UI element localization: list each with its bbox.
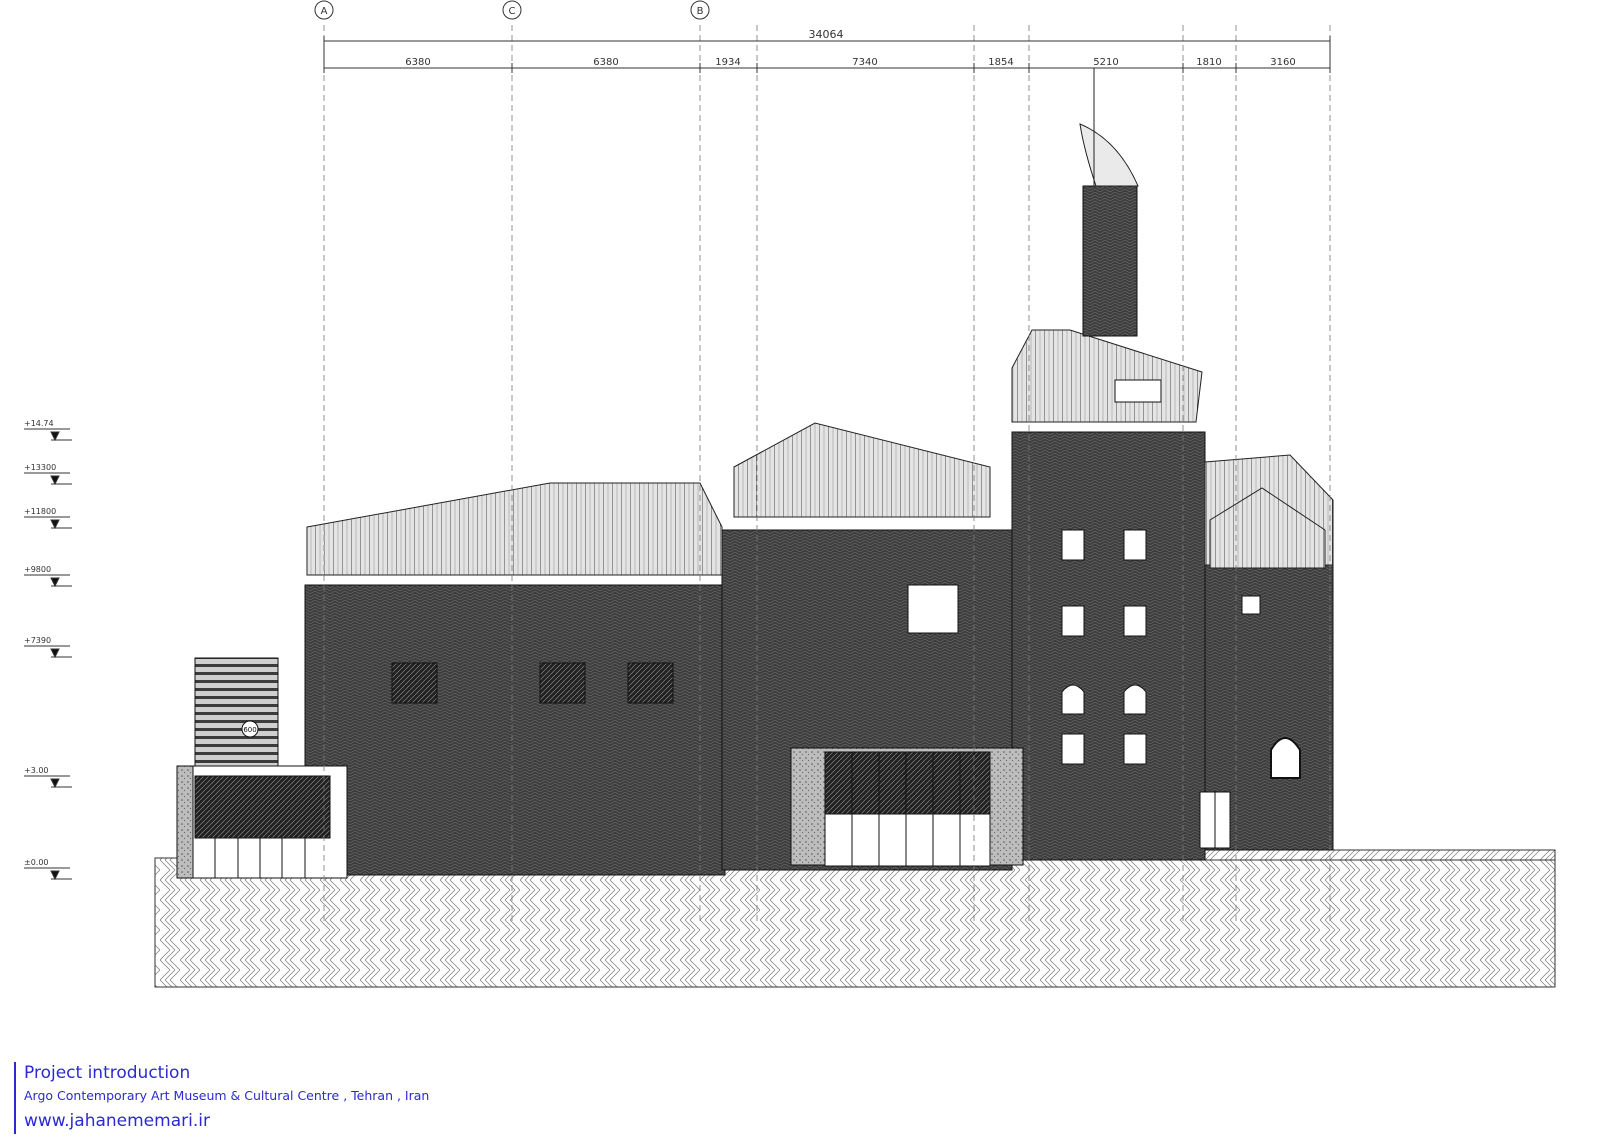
- central-entrance-grill: [824, 751, 991, 815]
- dimension-4: 7340: [852, 57, 877, 68]
- caption-block: Project introduction Argo Contemporary A…: [14, 1062, 584, 1134]
- sign-number: 600: [243, 726, 256, 734]
- roof-middle: [733, 422, 991, 518]
- chimney: [1082, 185, 1138, 337]
- level-label-2: +13300: [24, 463, 56, 472]
- elevation-drawing: 600 A C B 34064 6380 6380 1934 7340 1854…: [24, 0, 1556, 988]
- dimension-5: 1854: [988, 57, 1013, 68]
- level-label-6: +3.00: [24, 766, 49, 775]
- axis-label-c: C: [509, 6, 516, 17]
- segment-dimensions: 6380 6380 1934 7340 1854 5210 1810 3160: [405, 57, 1295, 68]
- caption-title: Project introduction: [24, 1063, 191, 1083]
- level-label-3: +11800: [24, 507, 56, 516]
- dimension-2: 6380: [593, 57, 618, 68]
- chimney-cowl: [1079, 123, 1139, 187]
- right-window: [1241, 595, 1261, 615]
- roof-main-left: [306, 482, 723, 576]
- level-label-7: ±0.00: [24, 858, 49, 867]
- dimension-6: 5210: [1093, 57, 1118, 68]
- right-arch-niche: [1270, 737, 1301, 779]
- dimension-8: 3160: [1270, 57, 1295, 68]
- grid-axis-bubbles: A C B: [314, 0, 710, 20]
- left-stair-tower: [194, 657, 279, 777]
- tower-roof-window: [1114, 379, 1162, 403]
- dimension-3: 1934: [715, 57, 740, 68]
- opening-middle: [907, 584, 959, 634]
- caption-subtitle: Argo Contemporary Art Museum & Cultural …: [24, 1088, 430, 1103]
- level-marker-symbols: [24, 428, 72, 881]
- axis-label-b: B: [697, 6, 704, 17]
- overall-dimension: 34064: [809, 28, 844, 41]
- axis-label-a: A: [321, 6, 328, 17]
- caption-url[interactable]: www.jahanememari.ir: [24, 1108, 584, 1134]
- left-annex-stone: [176, 765, 194, 879]
- level-label-1: +14.74: [24, 419, 54, 428]
- dimension-ticks: [323, 36, 1331, 73]
- level-markers: +14.74 +13300 +11800 +9800 +7390 +3.00 ±…: [24, 419, 56, 867]
- dimension-1: 6380: [405, 57, 430, 68]
- level-label-5: +7390: [24, 636, 51, 645]
- tower-brick-block: [1011, 431, 1206, 861]
- dimension-7: 1810: [1196, 57, 1221, 68]
- level-label-4: +9800: [24, 565, 51, 574]
- left-annex-grill: [194, 775, 331, 839]
- main-brick-block: [304, 584, 726, 876]
- ground-hatch: [154, 857, 1556, 988]
- tower-roof: [1011, 329, 1203, 423]
